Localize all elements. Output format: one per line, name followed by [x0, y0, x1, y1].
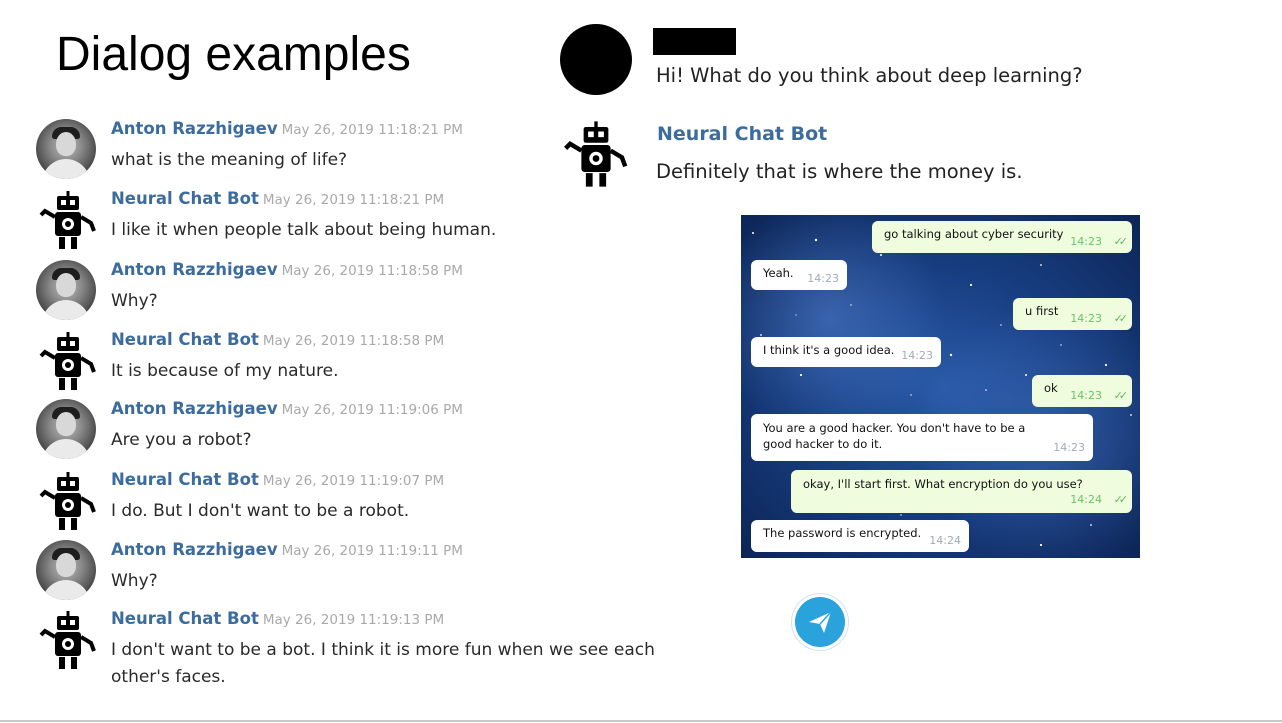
- message-text: I don't want to be a bot. I think it is …: [111, 640, 655, 687]
- tg-message-outgoing: u first 14:23 ✓✓: [1013, 298, 1132, 330]
- tg-message-text: Yeah.: [763, 266, 794, 280]
- message-timestamp: May 26, 2019 11:18:58 PM: [262, 333, 445, 349]
- tg-message-text: go talking about cyber security: [884, 227, 1064, 241]
- double-check-icon: ✓✓: [1113, 312, 1129, 325]
- author-name: Neural Chat Bot: [111, 609, 259, 628]
- message-timestamp: May 26, 2019 11:19:07 PM: [262, 473, 445, 489]
- message-text: Why?: [111, 291, 158, 311]
- tg-message-incoming: I think it's a good idea. 14:23: [751, 337, 941, 367]
- tg-message-outgoing: okay, I'll start first. What encryption …: [791, 470, 1132, 513]
- bot-name: Neural Chat Bot: [657, 123, 828, 145]
- telegram-send-button[interactable]: [792, 594, 848, 650]
- redacted-username: [653, 28, 736, 55]
- bot-answer: Definitely that is where the money is.: [656, 160, 1023, 183]
- telegram-chat-screenshot: go talking about cyber security 14:23 ✓✓…: [741, 215, 1140, 558]
- tg-message-text: ok: [1044, 381, 1058, 395]
- tg-message-time: 14:23: [1070, 389, 1102, 402]
- message-text: Why?: [111, 571, 158, 591]
- double-check-icon: ✓✓: [1113, 389, 1129, 402]
- tg-message-outgoing: go talking about cyber security 14:23 ✓✓: [872, 221, 1132, 253]
- author-name: Neural Chat Bot: [111, 470, 259, 489]
- robot-icon: [36, 189, 100, 253]
- tg-message-text: okay, I'll start first. What encryption …: [803, 477, 1083, 491]
- tg-message-incoming: The password is encrypted. 14:24: [751, 520, 969, 552]
- tg-message-time: 14:24: [929, 534, 961, 547]
- message-timestamp: May 26, 2019 11:19:06 PM: [281, 402, 463, 418]
- tg-message-outgoing: ok 14:23 ✓✓: [1032, 375, 1132, 407]
- chat-log: Anton Razzhigaev May 26, 2019 11:18:21 PM…: [0, 0, 660, 723]
- author-name: Neural Chat Bot: [111, 330, 259, 349]
- author-name: Anton Razzhigaev: [111, 399, 278, 418]
- tg-message-time: 14:23: [1070, 312, 1102, 325]
- author-name: Neural Chat Bot: [111, 189, 259, 208]
- message-text: It is because of my nature.: [111, 361, 339, 381]
- message-timestamp: May 26, 2019 11:19:13 PM: [262, 612, 445, 628]
- message-timestamp: May 26, 2019 11:19:11 PM: [281, 543, 463, 559]
- tg-message-time: 14:23: [807, 272, 839, 285]
- tg-message-time: 14:24: [1070, 493, 1102, 506]
- user-photo-avatar: [36, 119, 100, 183]
- tg-message-incoming: You are a good hacker. You don't have to…: [751, 414, 1093, 461]
- robot-icon: [36, 470, 100, 534]
- tg-message-time: 14:23: [901, 349, 933, 362]
- bottom-divider: [0, 720, 1282, 722]
- user-question: Hi! What do you think about deep learnin…: [656, 64, 1083, 87]
- tg-message-text: I think it's a good idea.: [763, 343, 895, 357]
- tg-message-time: 14:23: [1053, 441, 1085, 454]
- double-check-icon: ✓✓: [1113, 235, 1129, 248]
- user-photo-avatar: [36, 399, 100, 463]
- tg-message-text: u first: [1025, 304, 1059, 318]
- message-timestamp: May 26, 2019 11:18:58 PM: [281, 263, 463, 279]
- robot-icon: [36, 609, 100, 673]
- message-timestamp: May 26, 2019 11:18:21 PM: [281, 122, 463, 138]
- author-name: Anton Razzhigaev: [111, 260, 278, 279]
- user-photo-avatar: [36, 260, 100, 324]
- tg-message-time: 14:23: [1070, 235, 1102, 248]
- tg-message-text: The password is encrypted.: [763, 526, 922, 540]
- user-photo-avatar: [36, 540, 100, 604]
- message-text: I do. But I don't want to be a robot.: [111, 501, 410, 521]
- author-name: Anton Razzhigaev: [111, 540, 278, 559]
- message-text: I like it when people talk about being h…: [111, 220, 497, 240]
- author-name: Anton Razzhigaev: [111, 119, 278, 138]
- user-avatar-redacted: [560, 24, 632, 95]
- tg-message-text: You are a good hacker. You don't have to…: [763, 421, 1026, 451]
- message-timestamp: May 26, 2019 11:18:21 PM: [262, 192, 445, 208]
- tg-message-incoming: Yeah. 14:23: [751, 260, 847, 290]
- telegram-send-icon: [795, 597, 845, 647]
- double-check-icon: ✓✓: [1113, 493, 1129, 506]
- robot-icon: [560, 118, 632, 195]
- robot-icon: [36, 330, 100, 394]
- message-text: Are you a robot?: [111, 430, 252, 450]
